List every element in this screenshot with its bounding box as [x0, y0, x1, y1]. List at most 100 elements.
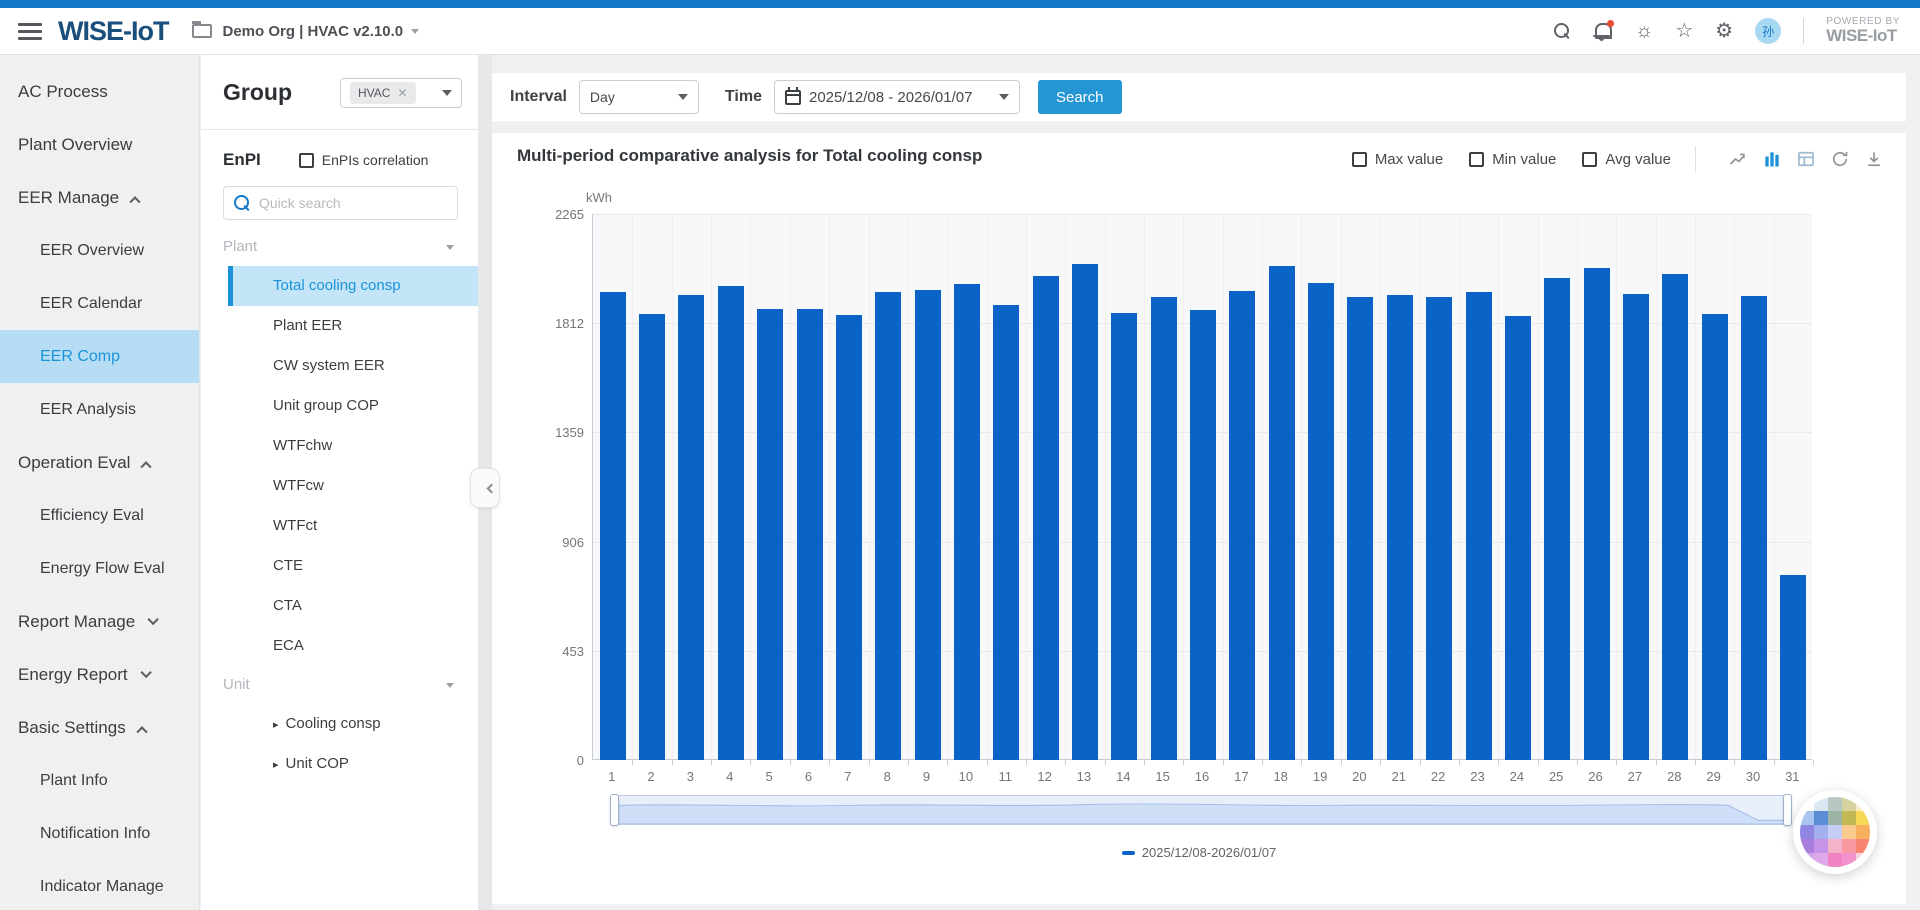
x-tick-label: 1 — [592, 769, 632, 784]
bar-day-26[interactable] — [1584, 268, 1610, 761]
checkbox-box-icon[interactable] — [1582, 152, 1597, 167]
checkbox-box-icon[interactable] — [1352, 152, 1367, 167]
group-select-caret-icon[interactable] — [442, 90, 452, 96]
bar-day-9[interactable] — [915, 290, 941, 760]
bar-day-5[interactable] — [757, 309, 783, 760]
enpi-item-wtfct[interactable]: WTFct — [228, 506, 478, 546]
sidebar-item-notification-info[interactable]: Notification Info — [0, 807, 199, 860]
bar-day-22[interactable] — [1426, 297, 1452, 760]
bar-day-4[interactable] — [718, 286, 744, 760]
sidebar-item-plant-info[interactable]: Plant Info — [0, 754, 199, 807]
tree-expand-icon[interactable]: ▸ — [273, 759, 279, 771]
sidebar-item-efficiency-eval[interactable]: Efficiency Eval — [0, 489, 199, 542]
data-zoom-slider[interactable] — [614, 795, 1788, 825]
bar-day-27[interactable] — [1623, 294, 1649, 760]
enpi-section-unit[interactable]: Unit — [201, 666, 478, 704]
user-avatar[interactable]: 孙 — [1755, 18, 1781, 44]
bar-day-30[interactable] — [1741, 296, 1767, 760]
zoom-handle-right[interactable] — [1783, 794, 1792, 826]
bar-day-25[interactable] — [1544, 278, 1570, 760]
bar-day-20[interactable] — [1347, 297, 1373, 760]
bar-day-8[interactable] — [875, 292, 901, 760]
tree-expand-icon[interactable]: ▸ — [273, 719, 279, 731]
brightness-icon[interactable]: ☼ — [1635, 21, 1653, 41]
enpi-item-cta[interactable]: CTA — [228, 586, 478, 626]
checkbox-avg-value[interactable]: Avg value — [1582, 151, 1671, 168]
data-table-icon[interactable] — [1796, 149, 1816, 169]
bar-day-29[interactable] — [1702, 314, 1728, 760]
bar-day-1[interactable] — [600, 292, 626, 760]
enpi-item-cte[interactable]: CTE — [228, 546, 478, 586]
bar-day-31[interactable] — [1780, 575, 1806, 760]
bar-day-17[interactable] — [1229, 291, 1255, 760]
bar-day-13[interactable] — [1072, 264, 1098, 760]
bar-day-21[interactable] — [1387, 295, 1413, 760]
bar-day-15[interactable] — [1151, 297, 1177, 760]
bar-day-23[interactable] — [1466, 292, 1492, 760]
panel-collapse-button[interactable] — [470, 468, 500, 508]
notification-bell-icon[interactable] — [1593, 22, 1613, 41]
checkbox-min-value[interactable]: Min value — [1469, 151, 1556, 168]
refresh-icon[interactable] — [1830, 149, 1850, 169]
time-range-picker[interactable]: 2025/12/08 - 2026/01/07 — [774, 80, 1020, 114]
enpi-item-unit-cop[interactable]: ▸Unit COP — [228, 744, 478, 784]
bar-day-24[interactable] — [1505, 316, 1531, 760]
hamburger-menu-icon[interactable] — [18, 23, 42, 40]
interval-select[interactable]: Day — [579, 80, 699, 114]
enpi-item-cw-system-eer[interactable]: CW system EER — [228, 346, 478, 386]
enpi-section-plant[interactable]: Plant — [201, 228, 478, 266]
group-select[interactable]: HVAC ✕ — [340, 78, 462, 108]
bar-day-16[interactable] — [1190, 310, 1216, 760]
bar-day-2[interactable] — [639, 314, 665, 760]
sidebar-item-indicator-manage[interactable]: Indicator Manage — [0, 860, 199, 910]
search-icon[interactable] — [1554, 23, 1571, 40]
checkbox-max-value[interactable]: Max value — [1352, 151, 1443, 168]
bar-day-11[interactable] — [993, 305, 1019, 760]
org-selector[interactable]: Demo Org | HVAC v2.10.0 — [222, 23, 403, 40]
line-chart-icon[interactable] — [1728, 149, 1748, 169]
enpi-item-wtfchw[interactable]: WTFchw — [228, 426, 478, 466]
download-icon[interactable] — [1864, 149, 1884, 169]
sidebar-item-ac-process[interactable]: AC Process — [0, 65, 199, 118]
bar-day-12[interactable] — [1033, 276, 1059, 760]
x-tick — [1341, 760, 1342, 765]
bar-day-14[interactable] — [1111, 313, 1137, 760]
bar-day-3[interactable] — [678, 295, 704, 760]
bar-day-18[interactable] — [1269, 266, 1295, 760]
bar-day-10[interactable] — [954, 284, 980, 760]
sidebar-item-eer-overview[interactable]: EER Overview — [0, 224, 199, 277]
bar-day-6[interactable] — [797, 309, 823, 760]
bar-chart-icon[interactable] — [1762, 149, 1782, 169]
palette-widget-button[interactable] — [1793, 790, 1877, 874]
sidebar-item-energy-flow-eval[interactable]: Energy Flow Eval — [0, 542, 199, 595]
search-button[interactable]: Search — [1038, 80, 1122, 114]
enpi-item-cooling-consp[interactable]: ▸Cooling consp — [228, 704, 478, 744]
sidebar-item-plant-overview[interactable]: Plant Overview — [0, 118, 199, 171]
enpi-item-total-cooling-consp[interactable]: Total cooling consp — [228, 266, 478, 306]
sidebar-item-operation-eval[interactable]: Operation Eval — [0, 436, 199, 489]
enpis-correlation-checkbox[interactable] — [299, 153, 314, 168]
bar-day-19[interactable] — [1308, 283, 1334, 761]
settings-gear-icon[interactable]: ⚙ — [1715, 21, 1733, 41]
sidebar-item-energy-report[interactable]: Energy Report — [0, 648, 199, 701]
bar-day-7[interactable] — [836, 315, 862, 760]
sidebar-item-eer-analysis[interactable]: EER Analysis — [0, 383, 199, 436]
enpi-item-eca[interactable]: ECA — [228, 626, 478, 666]
series-legend[interactable]: 2025/12/08-2026/01/07 — [492, 845, 1906, 860]
zoom-handle-left[interactable] — [610, 794, 619, 826]
quick-search-box[interactable] — [223, 186, 458, 220]
tag-remove-icon[interactable]: ✕ — [397, 86, 407, 100]
sidebar-item-eer-comp[interactable]: EER Comp — [0, 330, 199, 383]
sidebar-item-eer-calendar[interactable]: EER Calendar — [0, 277, 199, 330]
sidebar-item-basic-settings[interactable]: Basic Settings — [0, 701, 199, 754]
checkbox-box-icon[interactable] — [1469, 152, 1484, 167]
enpi-item-plant-eer[interactable]: Plant EER — [228, 306, 478, 346]
bar-day-28[interactable] — [1662, 274, 1688, 760]
enpi-item-unit-group-cop[interactable]: Unit group COP — [228, 386, 478, 426]
sidebar-item-eer-manage[interactable]: EER Manage — [0, 171, 199, 224]
quick-search-input[interactable] — [259, 195, 429, 211]
org-caret-icon[interactable] — [411, 29, 419, 34]
sidebar-item-report-manage[interactable]: Report Manage — [0, 595, 199, 648]
enpi-item-wtfcw[interactable]: WTFcw — [228, 466, 478, 506]
favorites-star-icon[interactable]: ☆ — [1675, 21, 1693, 41]
